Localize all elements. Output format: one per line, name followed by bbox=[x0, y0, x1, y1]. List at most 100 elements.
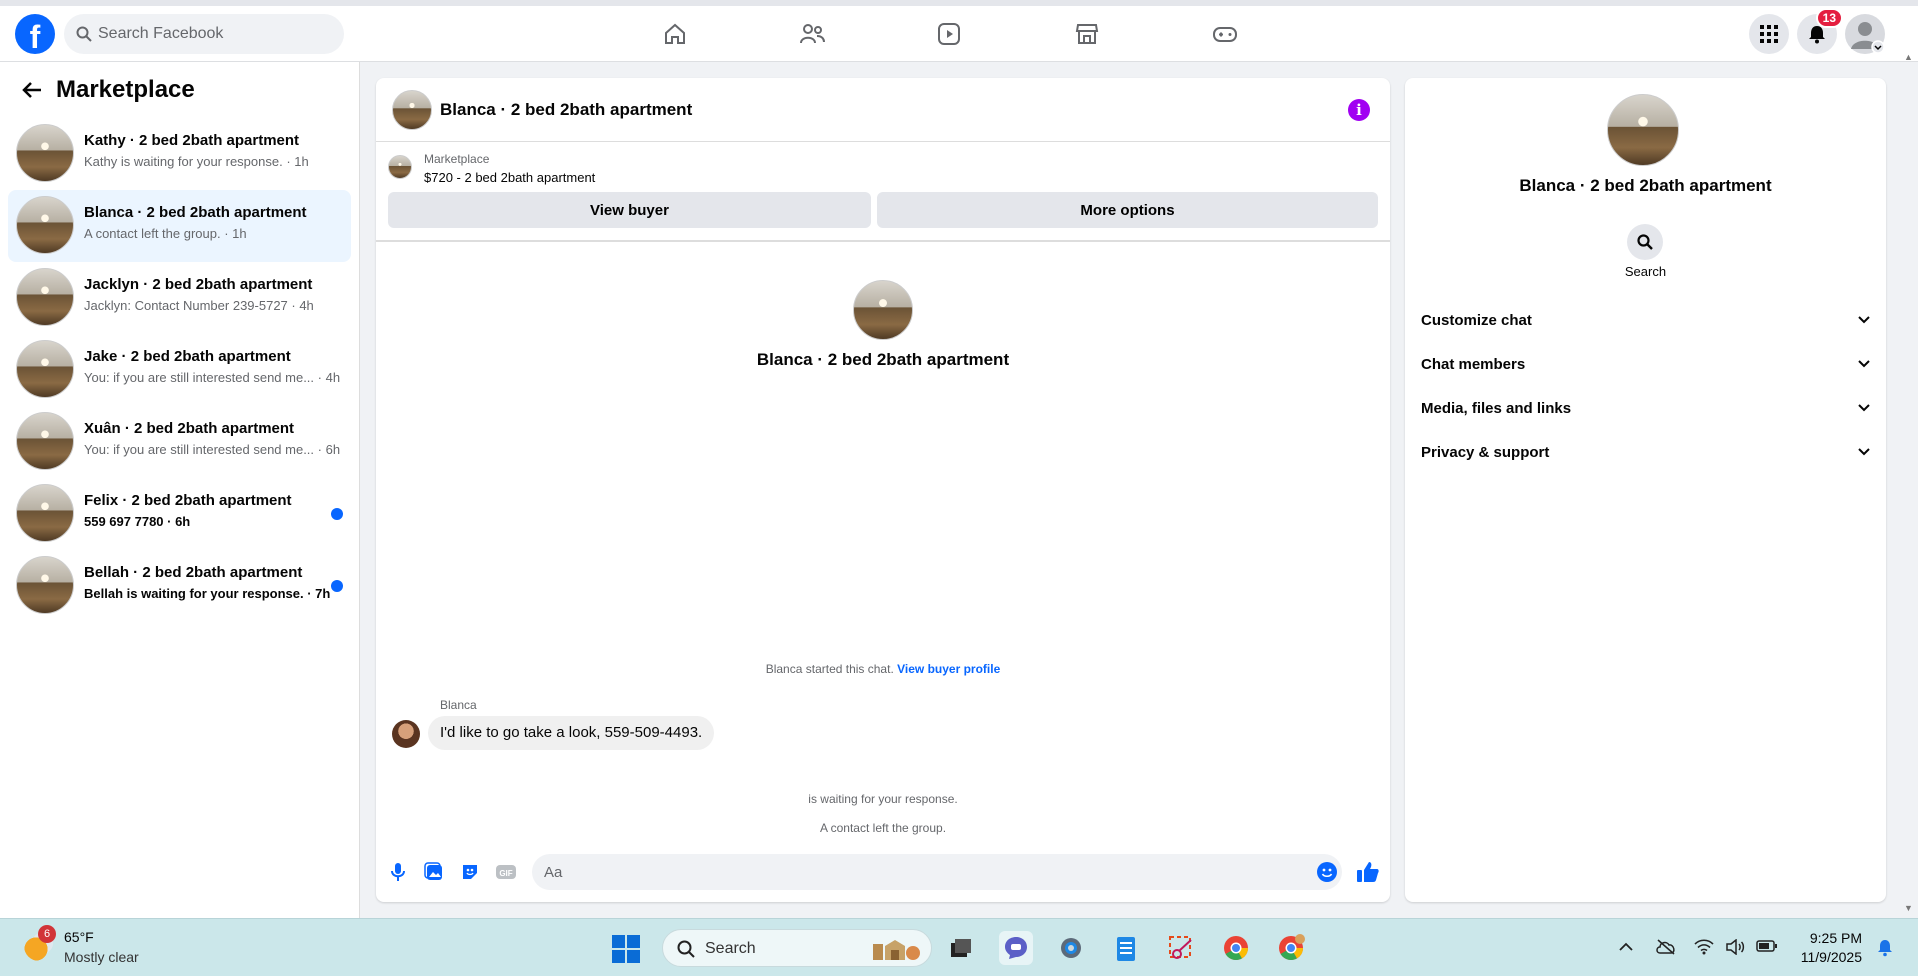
more-options-button[interactable]: More options bbox=[877, 192, 1378, 228]
marketplace-sidebar: Marketplace Kathy · 2 bed 2bath apartmen… bbox=[0, 62, 360, 918]
chat-center-name: Blanca · 2 bed 2bath apartment bbox=[756, 350, 1010, 369]
scroll-down-arrow[interactable]: ▼ bbox=[1904, 903, 1916, 913]
listing-thumbnail bbox=[16, 556, 74, 614]
conversation-preview: You: if you are still interested send me… bbox=[84, 370, 341, 385]
volume-icon[interactable] bbox=[1725, 938, 1745, 958]
notification-center-icon[interactable] bbox=[1876, 939, 1894, 960]
conversation-title: Xuân · 2 bed 2bath apartment bbox=[84, 420, 295, 437]
weather-badge: 6 bbox=[38, 925, 56, 943]
conversation-title: Blanca · 2 bed 2bath apartment bbox=[84, 204, 307, 221]
conversation-title: Jacklyn · 2 bed 2bath apartment bbox=[84, 276, 313, 293]
temperature[interactable]: 65°F bbox=[64, 929, 94, 945]
conversation-title: Kathy · 2 bed 2bath apartment bbox=[84, 132, 300, 149]
microphone-icon[interactable] bbox=[386, 860, 410, 884]
view-buyer-button[interactable]: View buyer bbox=[388, 192, 871, 228]
nav-home[interactable] bbox=[619, 14, 731, 54]
chevron-down-icon bbox=[1858, 316, 1870, 324]
like-icon[interactable] bbox=[1356, 860, 1380, 884]
menu-button[interactable] bbox=[1749, 14, 1789, 54]
listing-thumbnail bbox=[16, 484, 74, 542]
snipping-tool-icon[interactable] bbox=[1164, 931, 1198, 965]
gif-icon[interactable]: GIF bbox=[494, 860, 518, 884]
unread-dot bbox=[331, 508, 343, 520]
message-composer: GIF bbox=[376, 842, 1390, 902]
gaming-icon bbox=[1213, 27, 1237, 42]
conversation-item[interactable]: Bellah · 2 bed 2bath apartment Bellah is… bbox=[8, 550, 351, 622]
view-buyer-profile-link[interactable]: View buyer profile bbox=[897, 662, 1000, 676]
cloud-offline-icon[interactable] bbox=[1655, 939, 1677, 958]
chat-avatar[interactable] bbox=[392, 90, 432, 130]
clock-time: 9:25 PM bbox=[1809, 930, 1862, 946]
chrome-icon[interactable] bbox=[1219, 931, 1253, 965]
search-box[interactable] bbox=[64, 14, 344, 54]
taskbar-search-label: Search bbox=[705, 940, 756, 957]
conversation-item[interactable]: Felix · 2 bed 2bath apartment 559 697 77… bbox=[8, 478, 351, 550]
photo-icon[interactable] bbox=[422, 860, 446, 884]
chat-title[interactable]: Blanca · 2 bed 2bath apartment bbox=[440, 100, 692, 120]
listing-thumbnail bbox=[16, 268, 74, 326]
info-icon[interactable]: i bbox=[1348, 99, 1370, 121]
nav-marketplace[interactable] bbox=[1031, 14, 1143, 54]
conversation-item[interactable]: Kathy · 2 bed 2bath apartment Kathy is w… bbox=[8, 118, 351, 190]
chrome-profile-icon[interactable] bbox=[1274, 931, 1308, 965]
sender-avatar[interactable] bbox=[392, 720, 420, 748]
notepad-icon[interactable] bbox=[1109, 931, 1143, 965]
teams-chat-icon[interactable] bbox=[999, 931, 1033, 965]
info-search-button[interactable] bbox=[1627, 224, 1663, 260]
task-view-icon[interactable] bbox=[944, 931, 978, 965]
conversation-title: Felix · 2 bed 2bath apartment bbox=[84, 492, 292, 509]
conversation-info-panel: Blanca · 2 bed 2bath apartment Search Cu… bbox=[1405, 78, 1886, 902]
listing-price-title[interactable]: $720 - 2 bed 2bath apartment bbox=[424, 170, 595, 185]
listing-banner: Marketplace $720 - 2 bed 2bath apartment… bbox=[376, 142, 1390, 242]
account-button[interactable] bbox=[1845, 14, 1885, 54]
conversation-item[interactable]: Jacklyn · 2 bed 2bath apartment Jacklyn:… bbox=[8, 262, 351, 334]
scroll-up-arrow[interactable]: ▲ bbox=[1904, 52, 1916, 62]
nav-gaming[interactable] bbox=[1169, 14, 1281, 54]
svg-text:GIF: GIF bbox=[499, 869, 512, 878]
chat-header: Blanca · 2 bed 2bath apartment i bbox=[376, 78, 1390, 142]
home-icon bbox=[665, 23, 685, 44]
conversation-item[interactable]: Jake · 2 bed 2bath apartment You: if you… bbox=[8, 334, 351, 406]
facebook-logo[interactable]: f bbox=[15, 14, 55, 54]
message-input[interactable] bbox=[532, 854, 1342, 890]
message-bubble[interactable]: I'd like to go take a look, 559-509-4493… bbox=[428, 716, 715, 750]
friends-icon bbox=[800, 24, 825, 44]
conversation-preview: Kathy is waiting for your response. · 1h bbox=[84, 154, 309, 169]
page-title: Marketplace bbox=[56, 76, 195, 103]
show-hidden-icons-chevron[interactable] bbox=[1618, 939, 1634, 955]
nav-video[interactable] bbox=[893, 14, 1005, 54]
section-label: Chat members bbox=[1421, 355, 1526, 373]
started-text: Blanca started this chat. bbox=[765, 662, 894, 676]
listing-thumbnail bbox=[16, 412, 74, 470]
info-avatar[interactable] bbox=[1607, 94, 1679, 166]
listing-thumbnail bbox=[16, 124, 74, 182]
customize-chat-section[interactable]: Customize chat bbox=[1421, 302, 1870, 338]
nav-friends[interactable] bbox=[756, 14, 868, 54]
search-input[interactable] bbox=[98, 14, 328, 54]
emoji-icon[interactable] bbox=[1315, 860, 1339, 884]
windows-start-icon[interactable] bbox=[612, 935, 640, 963]
privacy-support-section[interactable]: Privacy & support bbox=[1421, 434, 1870, 470]
conversation-preview: Bellah is waiting for your response. · 7… bbox=[84, 586, 331, 601]
conversation-title: Jake · 2 bed 2bath apartment bbox=[84, 348, 291, 365]
conversation-title: Bellah · 2 bed 2bath apartment bbox=[84, 564, 303, 581]
sticker-icon[interactable] bbox=[458, 860, 482, 884]
conversation-item[interactable]: Blanca · 2 bed 2bath apartment A contact… bbox=[8, 190, 351, 262]
chevron-down-icon bbox=[1858, 448, 1870, 456]
taskbar-search[interactable]: Search bbox=[662, 929, 932, 967]
system-message: A contact left the group. bbox=[819, 821, 947, 835]
weather-condition[interactable]: Mostly clear bbox=[64, 949, 139, 965]
conversation-item[interactable]: Xuân · 2 bed 2bath apartment You: if you… bbox=[8, 406, 351, 478]
battery-icon[interactable] bbox=[1756, 939, 1778, 956]
wifi-icon[interactable] bbox=[1694, 939, 1714, 958]
notification-badge: 13 bbox=[1815, 8, 1843, 28]
settings-gear-icon[interactable] bbox=[1054, 931, 1088, 965]
system-clock[interactable]: 9:25 PM 11/9/2025 bbox=[1801, 929, 1862, 967]
search-icon bbox=[76, 26, 92, 42]
section-label: Media, files and links bbox=[1421, 399, 1572, 417]
notifications-button[interactable]: 13 bbox=[1797, 8, 1843, 54]
chat-members-section[interactable]: Chat members bbox=[1421, 346, 1870, 382]
back-arrow-icon[interactable] bbox=[22, 81, 42, 99]
media-files-links-section[interactable]: Media, files and links bbox=[1421, 390, 1870, 426]
search-highlight-icon bbox=[873, 940, 920, 960]
